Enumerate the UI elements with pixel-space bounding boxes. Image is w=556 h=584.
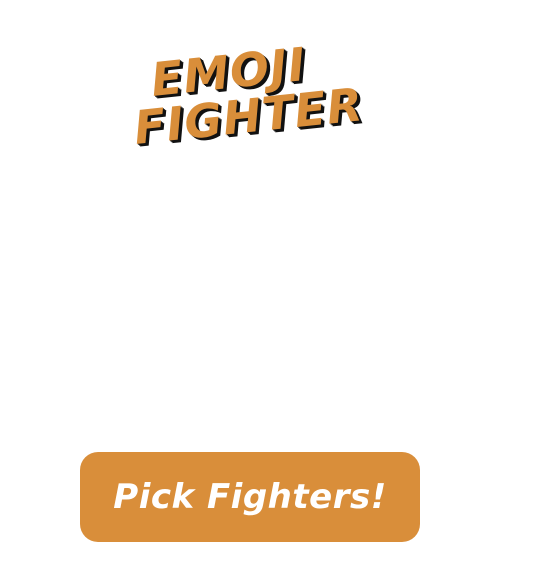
pick-fighters-button[interactable]: Pick Fighters! xyxy=(80,452,420,542)
game-logo: Emoji Fighter xyxy=(122,23,394,179)
pick-fighters-label: Pick Fighters! xyxy=(113,477,387,517)
